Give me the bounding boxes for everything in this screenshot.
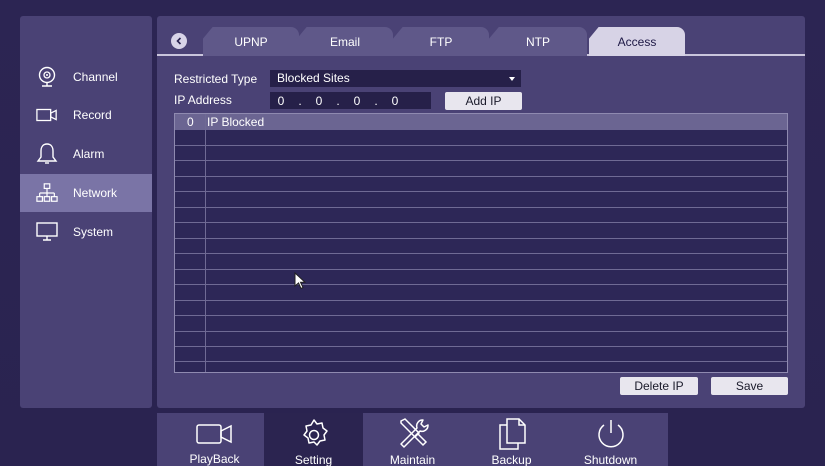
bell-icon [36,143,58,165]
nav-label: Setting [294,453,333,466]
tab-bar: UPNP Email FTP NTP Access [157,16,805,56]
nav-label: Shutdown [583,453,638,466]
nav-label: PlayBack [189,452,240,466]
nav-maintain[interactable]: Maintain [363,413,462,466]
table-row[interactable] [175,145,787,146]
ip-separator: . [374,93,378,108]
ip-separator: . [298,93,302,108]
tab-ntp[interactable]: NTP [489,27,587,56]
chevron-left-icon [176,37,182,45]
video-camera-icon [36,104,58,126]
blocked-count: 0 [187,115,194,129]
table-row[interactable] [175,253,787,254]
ip-address-label: IP Address [174,93,232,107]
ip-address-field[interactable]: 0 . 0 . 0 . 0 [270,92,431,109]
restricted-type-value: Blocked Sites [277,71,350,85]
blocked-ip-table[interactable]: 0 IP Blocked [174,113,788,373]
webcam-icon [36,66,58,88]
video-camera-icon [195,417,235,450]
ip-octet-2[interactable]: 0 [308,94,330,108]
table-row[interactable] [175,346,787,347]
sidebar-item-network[interactable]: Network [20,174,152,212]
network-icon [36,182,58,204]
mouse-pointer-icon [294,271,307,295]
table-row[interactable] [175,160,787,161]
chevron-down-icon [509,77,515,81]
back-button[interactable] [171,33,187,49]
sidebar: Channel Record Alarm Network System [20,16,152,408]
sidebar-item-alarm[interactable]: Alarm [20,135,152,173]
table-row[interactable] [175,284,787,285]
save-button[interactable]: Save [711,377,788,395]
sidebar-item-system[interactable]: System [20,213,152,251]
tools-icon [393,417,433,451]
add-ip-button[interactable]: Add IP [445,92,522,110]
restricted-type-label: Restricted Type [174,72,258,86]
restricted-type-select[interactable]: Blocked Sites [270,70,521,87]
table-row[interactable] [175,222,787,223]
table-row[interactable] [175,300,787,301]
table-row[interactable] [175,269,787,270]
gear-icon [294,417,334,451]
ip-octet-3[interactable]: 0 [346,94,368,108]
tab-email[interactable]: Email [297,27,393,56]
power-icon [591,417,631,451]
table-row[interactable] [175,191,787,192]
ip-separator: . [336,93,340,108]
sidebar-item-label: Alarm [73,147,105,161]
nav-playback[interactable]: PlayBack [165,413,264,466]
tab-ftp[interactable]: FTP [393,27,489,56]
nav-shutdown[interactable]: Shutdown [561,413,660,466]
delete-ip-button[interactable]: Delete IP [620,377,698,395]
nav-label: Backup [491,453,532,466]
sidebar-item-label: Record [73,108,112,122]
ip-blocked-column-header: IP Blocked [207,115,265,129]
ip-octet-1[interactable]: 0 [270,94,292,108]
monitor-icon [36,221,58,243]
table-row[interactable] [175,331,787,332]
bottom-nav: PlayBack Setting Maintain Backup Shutdow… [157,413,668,466]
tab-access[interactable]: Access [589,27,685,56]
nav-label: Maintain [389,453,436,466]
table-row[interactable] [175,361,787,362]
column-divider [205,114,206,372]
sidebar-item-label: Channel [73,70,118,84]
sidebar-item-label: System [73,225,114,239]
sidebar-item-label: Network [73,186,118,200]
nav-backup[interactable]: Backup [462,413,561,466]
nav-setting[interactable]: Setting [264,413,363,466]
table-row[interactable] [175,238,787,239]
table-row[interactable] [175,315,787,316]
network-settings-panel: UPNP Email FTP NTP Access Restricted Typ… [157,16,805,408]
table-header: 0 IP Blocked [175,114,787,130]
sidebar-item-channel[interactable]: Channel [20,58,152,96]
sidebar-item-record[interactable]: Record [20,96,152,134]
copy-icon [492,417,532,451]
table-row[interactable] [175,176,787,177]
tab-upnp[interactable]: UPNP [203,27,299,56]
ip-octet-4[interactable]: 0 [384,94,406,108]
table-row[interactable] [175,207,787,208]
